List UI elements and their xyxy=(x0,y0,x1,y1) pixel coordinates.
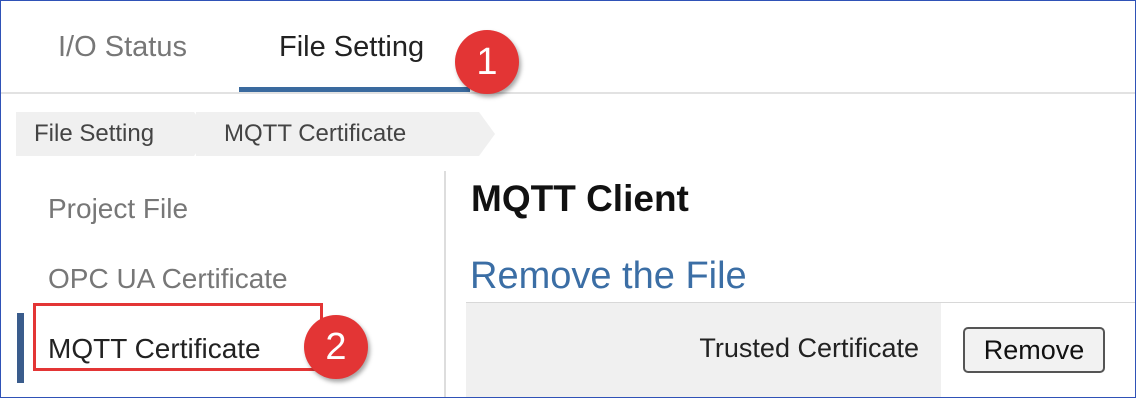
remove-file-table: Trusted Certificate Remove xyxy=(466,302,1135,397)
remove-button[interactable]: Remove xyxy=(963,327,1105,373)
breadcrumb: File Setting MQTT Certificate xyxy=(16,112,1135,156)
active-tab-indicator xyxy=(239,87,470,92)
top-tab-bar: I/O Status File Setting xyxy=(1,1,1135,94)
annotation-highlight-box xyxy=(33,303,323,371)
breadcrumb-item-mqtt-certificate[interactable]: MQTT Certificate xyxy=(196,112,495,156)
breadcrumb-label: MQTT Certificate xyxy=(224,120,407,147)
trusted-certificate-label: Trusted Certificate xyxy=(699,333,919,363)
sidebar: Project File OPC UA Certificate MQTT Cer… xyxy=(1,171,445,397)
table-row-action-cell: Remove xyxy=(941,303,1135,397)
step-badge-1: 1 xyxy=(455,30,519,94)
breadcrumb-chevron-icon xyxy=(479,112,495,156)
breadcrumb-label: File Setting xyxy=(34,120,155,147)
sidebar-item-opc-ua-certificate[interactable]: OPC UA Certificate xyxy=(48,259,288,299)
sidebar-divider xyxy=(444,171,446,397)
tab-file-setting[interactable]: File Setting xyxy=(279,29,424,65)
page-title: MQTT Client xyxy=(471,178,689,219)
sidebar-item-project-file[interactable]: Project File xyxy=(48,189,188,229)
table-row-label-cell: Trusted Certificate xyxy=(466,303,941,397)
tab-io-status[interactable]: I/O Status xyxy=(58,29,187,65)
step-badge-2: 2 xyxy=(304,315,368,379)
app-frame: I/O Status File Setting 1 File Setting M… xyxy=(0,0,1136,398)
sidebar-active-indicator xyxy=(17,313,24,383)
breadcrumb-item-file-setting[interactable]: File Setting xyxy=(16,112,210,156)
section-title: Remove the File xyxy=(470,255,747,297)
